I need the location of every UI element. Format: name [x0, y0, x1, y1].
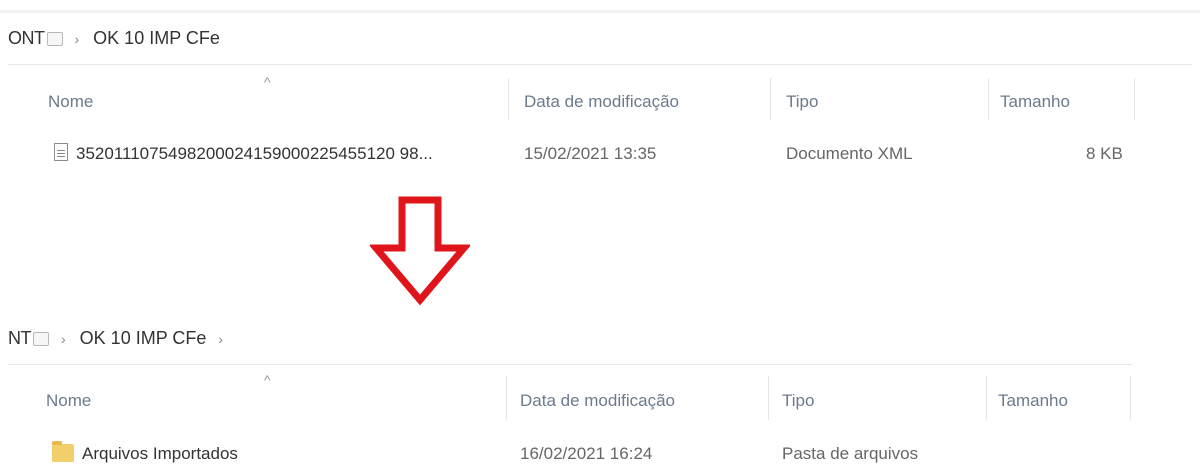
file-name[interactable]: 3520111075498200024159000225455120 98... [76, 144, 496, 164]
file-date: 15/02/2021 13:35 [524, 144, 657, 163]
column-header-type[interactable]: Tipo [786, 92, 818, 112]
column-header-date[interactable]: Data de modificação [524, 92, 679, 112]
column-header-size[interactable]: Tamanho [1000, 92, 1070, 112]
breadcrumb-prefix[interactable]: NT [8, 328, 32, 349]
column-divider[interactable] [770, 78, 771, 120]
column-divider[interactable] [508, 78, 509, 120]
column-divider[interactable] [506, 376, 507, 420]
breadcrumb-current[interactable]: OK 10 IMP CFe [80, 328, 207, 349]
column-divider[interactable] [1130, 376, 1131, 420]
column-header-name[interactable]: Nome [46, 391, 91, 411]
down-arrow-icon [370, 196, 470, 306]
column-header-name[interactable]: Nome [48, 92, 93, 112]
breadcrumb-bottom: NT › OK 10 IMP CFe › [8, 328, 223, 349]
column-header-type[interactable]: Tipo [782, 391, 814, 411]
top-divider [0, 10, 1200, 13]
folder-icon [52, 441, 74, 462]
chevron-right-icon[interactable]: › [218, 331, 223, 347]
column-header-size[interactable]: Tamanho [998, 391, 1068, 411]
column-divider[interactable] [768, 376, 769, 420]
folder-name[interactable]: Arquivos Importados [82, 444, 238, 464]
column-header-date[interactable]: Data de modificação [520, 391, 675, 411]
column-divider[interactable] [986, 376, 987, 420]
sort-up-icon: ^ [264, 74, 271, 90]
folder-date: 16/02/2021 16:24 [520, 444, 653, 463]
chevron-right-icon[interactable]: › [61, 331, 66, 347]
column-divider[interactable] [988, 78, 989, 120]
address-bar-divider [8, 364, 1132, 365]
column-divider[interactable] [1134, 78, 1135, 120]
file-type: Documento XML [786, 144, 913, 163]
address-bar-divider [8, 64, 1192, 65]
breadcrumb-top: ONT › OK 10 IMP CFe [8, 28, 220, 49]
drive-icon [46, 31, 63, 46]
breadcrumb-prefix[interactable]: ONT [8, 28, 45, 49]
xml-document-icon [54, 143, 68, 161]
sort-up-icon: ^ [264, 372, 271, 388]
chevron-right-icon[interactable]: › [75, 31, 80, 47]
file-size: 8 KB [1086, 144, 1123, 163]
folder-type: Pasta de arquivos [782, 444, 919, 463]
breadcrumb-current[interactable]: OK 10 IMP CFe [93, 28, 220, 49]
drive-icon [33, 331, 49, 346]
